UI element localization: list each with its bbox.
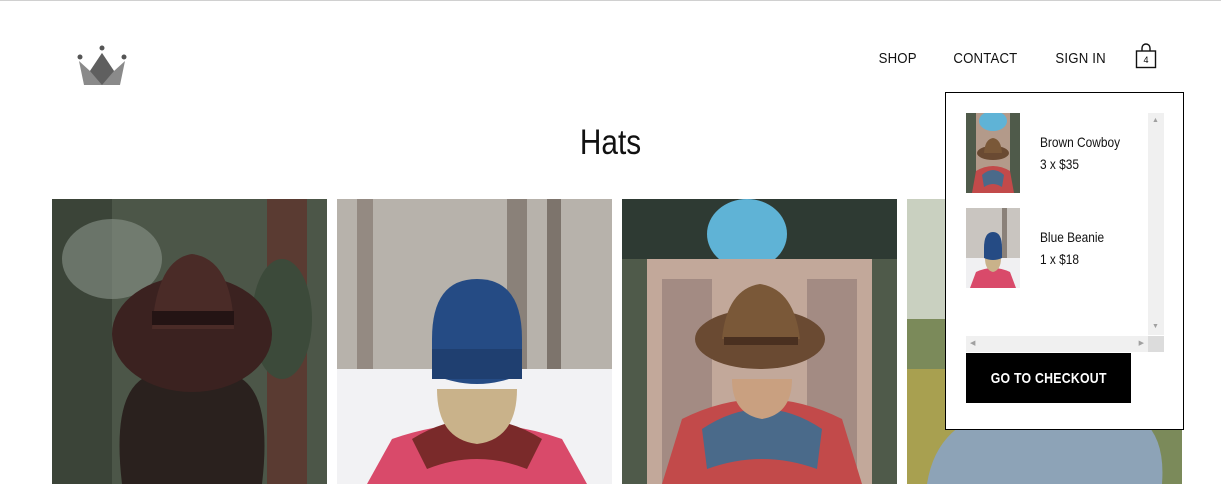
- product-card-brown-fedora[interactable]: [52, 199, 327, 484]
- cart-dropdown: Brown Cowboy 3 x $35 Blue Beanie 1 x $18…: [945, 92, 1184, 430]
- cart-item-name: Blue Beanie: [1040, 229, 1105, 245]
- brown-cowboy-photo: [622, 199, 897, 484]
- scroll-right-arrow-icon[interactable]: ▶: [1139, 340, 1144, 348]
- scrollbar-corner: [1148, 336, 1164, 352]
- shopping-bag-icon[interactable]: 4: [1135, 43, 1157, 69]
- blue-beanie-thumbnail: [966, 208, 1020, 288]
- checkout-button-label: GO TO CHECKOUT: [990, 369, 1107, 387]
- cart-item: Brown Cowboy 3 x $35: [966, 113, 1156, 193]
- cart-item: Blue Beanie 1 x $18: [966, 208, 1156, 288]
- scroll-up-arrow-icon[interactable]: ▲: [1152, 117, 1159, 125]
- cart-count-badge: 4: [1143, 55, 1149, 65]
- nav-sign-in-link[interactable]: SIGN IN: [1055, 50, 1105, 67]
- crown-logo-icon[interactable]: [76, 45, 128, 87]
- scroll-down-arrow-icon[interactable]: ▼: [1152, 323, 1159, 331]
- nav-contact-link[interactable]: CONTACT: [953, 50, 1017, 67]
- vertical-scrollbar[interactable]: ▲ ▼: [1148, 113, 1164, 335]
- cart-items-list: Brown Cowboy 3 x $35 Blue Beanie 1 x $18: [966, 113, 1164, 353]
- main-nav: SHOP CONTACT SIGN IN 4: [846, 43, 1157, 69]
- brown-cowboy-thumbnail: [966, 113, 1020, 193]
- cart-item-name: Brown Cowboy: [1040, 134, 1121, 150]
- product-card-brown-cowboy[interactable]: [622, 199, 897, 484]
- brown-fedora-photo: [52, 199, 327, 484]
- cart-item-quantity-price: 3 x $35: [1040, 156, 1080, 172]
- nav-shop-link[interactable]: SHOP: [878, 50, 916, 67]
- horizontal-scrollbar[interactable]: ◀ ▶: [966, 336, 1148, 352]
- scroll-left-arrow-icon[interactable]: ◀: [970, 340, 975, 348]
- product-card-blue-beanie[interactable]: [337, 199, 612, 484]
- cart-item-quantity-price: 1 x $18: [1040, 251, 1080, 267]
- go-to-checkout-button[interactable]: GO TO CHECKOUT: [966, 353, 1131, 403]
- blue-beanie-photo: [337, 199, 612, 484]
